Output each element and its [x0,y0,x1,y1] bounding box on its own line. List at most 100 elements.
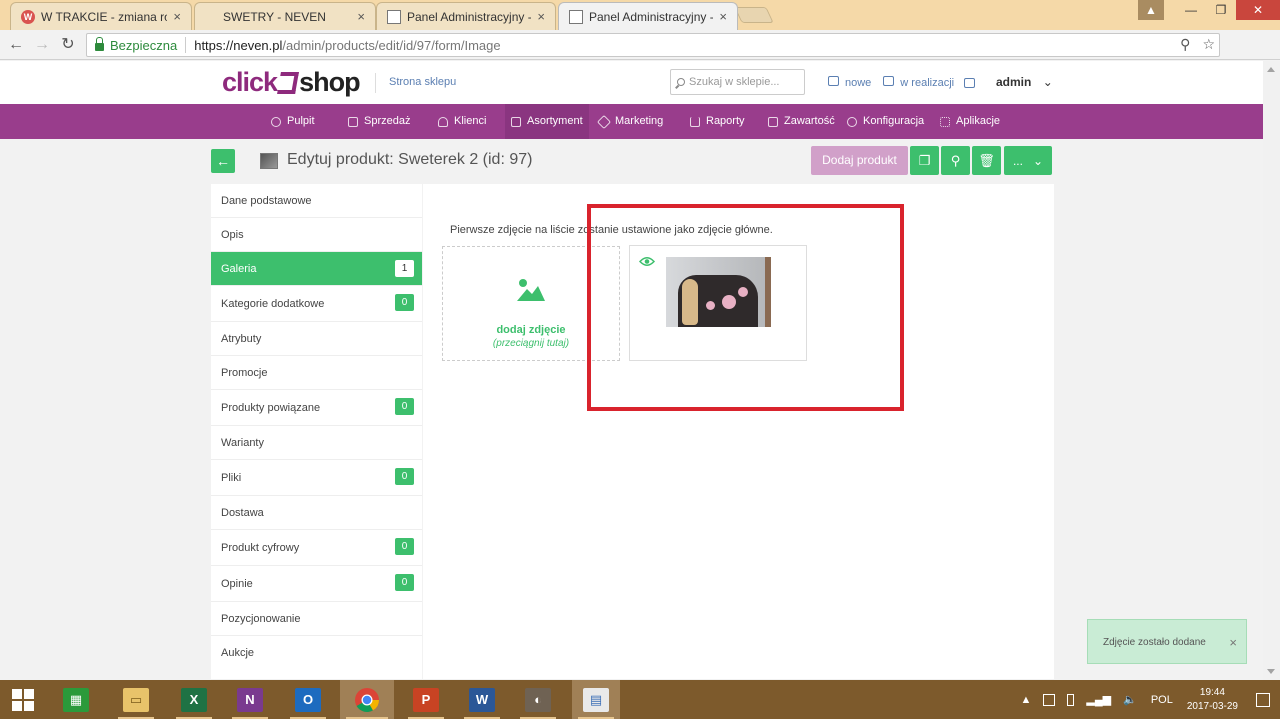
paint-icon[interactable]: ▤ [572,680,620,719]
more-actions-button[interactable]: ... ⌄ [1004,146,1052,175]
delete-button[interactable]: 🗑 [972,146,1001,175]
browser-tab-4-active[interactable]: Panel Administracyjny - P × [558,2,738,30]
close-icon[interactable]: × [173,9,181,24]
sidebar-item-dostawa[interactable]: Dostawa [211,496,422,530]
duplicate-button[interactable]: ❐ [910,146,939,175]
user-profile-icon[interactable]: ▲ [1138,0,1164,20]
sidebar-item-produkty-powiazane[interactable]: Produkty powiązane 0 [211,390,422,426]
user-icon [438,116,448,127]
close-icon[interactable]: × [357,9,365,24]
close-icon[interactable]: × [719,9,727,24]
sidebar-item-pliki[interactable]: Pliki 0 [211,460,422,496]
onenote-icon[interactable]: N [226,680,274,719]
product-photo[interactable] [666,257,771,327]
magnifier-icon: ⚲ [950,153,961,168]
scroll-down-icon[interactable] [1267,669,1275,674]
signal-icon[interactable]: ▂▄▆ [1086,693,1111,706]
clickshop-logo[interactable]: click shop [222,67,361,98]
new-orders-label: nowe [845,77,872,89]
nav-marketing[interactable]: Marketing [593,104,669,139]
drag-here-label: (przeciągnij tutaj) [492,338,570,349]
maximize-icon[interactable]: ❐ [1206,0,1236,20]
powerpoint-icon[interactable]: P [402,680,450,719]
nav-raporty[interactable]: Raporty [684,104,751,139]
page-scrollbar[interactable] [1263,61,1280,680]
sidebar-item-dane-podstawowe[interactable]: Dane podstawowe [211,184,422,218]
minimize-icon[interactable]: — [1176,0,1206,20]
nav-asortyment[interactable]: Asortyment [505,104,589,139]
browser-tab-1[interactable]: W W TRAKCIE - zmiana roz × [10,2,192,30]
system-clock[interactable]: 19:44 2017-03-29 [1187,686,1238,714]
sidebar-item-kategorie-dodatkowe[interactable]: Kategorie dodatkowe 0 [211,286,422,322]
add-product-button[interactable]: Dodaj produkt [811,146,908,175]
nav-klienci[interactable]: Klienci [432,104,492,139]
tray-expand-icon[interactable]: ▲ [1021,694,1032,706]
back-arrow-icon[interactable]: ← [6,35,26,55]
nav-sprzedaz[interactable]: Sprzedaż [342,104,416,139]
star-icon[interactable]: ☆ [1202,36,1215,53]
sidebar-item-galeria[interactable]: Galeria 1 [211,252,422,286]
store-search-input[interactable]: Szukaj w sklepie... [670,69,805,95]
sidebar-item-warianty[interactable]: Warianty [211,426,422,460]
scroll-up-icon[interactable] [1267,67,1275,72]
network-warning-icon[interactable] [1043,693,1056,706]
nav-label: Asortyment [527,115,583,127]
preview-button[interactable]: ⚲ [941,146,970,175]
window-close-icon[interactable]: ✕ [1236,0,1280,20]
sidebar-item-label: Warianty [221,437,264,449]
store-link[interactable]: Strona sklepu [375,73,456,93]
word-icon[interactable]: W [458,680,506,719]
url-field[interactable]: Bezpieczna https://neven.pl /admin/produ… [86,33,1220,57]
gear-icon [847,116,857,127]
browser-tab-2[interactable]: SWETRY - NEVEN × [194,2,376,30]
close-icon[interactable]: × [1229,620,1237,665]
chrome-logo-icon [355,687,379,712]
in-progress-link[interactable]: w realizacji [883,76,954,89]
volume-icon[interactable]: 🔈 [1123,693,1137,706]
chrome-icon[interactable] [340,680,394,719]
nav-aplikacje[interactable]: Aplikacje [934,104,1006,139]
sidebar-item-produkt-cyfrowy[interactable]: Produkt cyfrowy 0 [211,530,422,566]
page-icon [569,9,583,24]
sidebar-item-promocje[interactable]: Promocje [211,356,422,390]
language-indicator[interactable]: POL [1151,694,1173,706]
nav-konfiguracja[interactable]: Konfiguracja [841,104,930,139]
browser-tabstrip: W W TRAKCIE - zmiana roz × SWETRY - NEVE… [0,0,1280,30]
main-nav: Pulpit Sprzedaż Klienci Asortyment Marke… [0,104,1280,139]
browser-tab-3[interactable]: Panel Administracyjny - A × [376,2,556,30]
new-tab-button[interactable] [734,7,774,23]
sidebar-item-atrybuty[interactable]: Atrybuty [211,322,422,356]
store-app-icon[interactable]: ▦ [52,680,100,719]
add-image-label: dodaj zdjęcie [496,324,566,336]
document-icon [768,116,778,127]
sidebar-item-aukcje[interactable]: Aukcje [211,636,422,670]
file-explorer-icon[interactable]: ▭ [112,680,160,719]
truck-icon [883,76,895,86]
box-icon [511,116,521,127]
reload-icon[interactable]: ↻ [58,35,78,55]
windows-start-icon[interactable] [12,689,34,711]
zoom-icon[interactable]: ⚲ [1180,36,1190,53]
gimp-icon[interactable]: ◐ [514,680,562,719]
forward-arrow-icon[interactable]: → [32,35,52,55]
close-icon[interactable]: × [537,9,545,24]
nav-zawartosc[interactable]: Zawartość [762,104,841,139]
admin-user-menu[interactable]: admin ⌄ [996,75,1053,89]
sidebar-item-opinie[interactable]: Opinie 0 [211,566,422,602]
notifications-icon[interactable] [1256,692,1270,707]
nav-label: Marketing [615,115,664,127]
new-orders-link[interactable]: nowe [828,76,871,89]
mail-icon[interactable] [964,77,976,88]
battery-icon[interactable] [1067,693,1075,706]
back-button[interactable]: ← [211,149,235,173]
nav-pulpit[interactable]: Pulpit [265,104,321,139]
sidebar-item-opis[interactable]: Opis [211,218,422,252]
excel-icon[interactable]: X [170,680,218,719]
page-icon [387,9,401,24]
gallery-image-card[interactable] [629,245,807,361]
app-header: click shop Strona sklepu Szukaj w sklepie… [0,61,1280,104]
outlook-icon[interactable]: O [284,680,332,719]
eye-icon[interactable] [639,256,655,267]
image-dropzone[interactable]: dodaj zdjęcie (przeciągnij tutaj) [442,246,620,361]
sidebar-item-pozycjonowanie[interactable]: Pozycjonowanie [211,602,422,636]
